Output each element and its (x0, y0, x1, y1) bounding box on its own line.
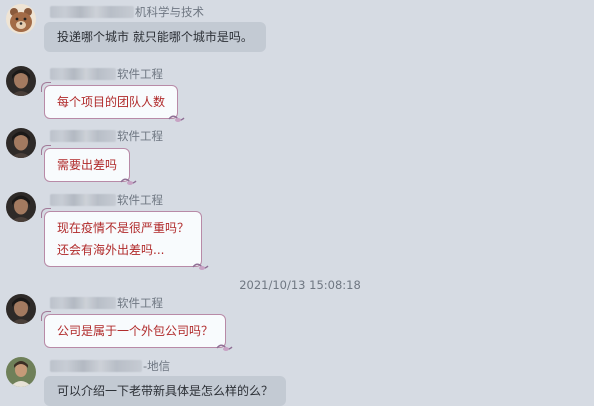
message-bubble: 公司是属于一个外包公司吗？ (40, 311, 233, 351)
person-avatar-icon (6, 192, 36, 222)
sender-name: 软件工程 (50, 128, 163, 144)
message-line: 投递哪个城市 就只能哪个城市是吗。 (57, 30, 253, 44)
sender-suffix: 软件工程 (117, 193, 163, 207)
redacted-name (50, 194, 116, 206)
person-avatar-icon (6, 357, 36, 387)
sender-suffix: 软件工程 (117, 296, 163, 310)
sender-avatar[interactable] (6, 4, 36, 34)
message-bubble: 需要出差吗 (40, 145, 137, 185)
curl-ornament-icon (192, 263, 209, 270)
sender-name: 软件工程 (50, 295, 163, 311)
message-line: 还会有海外出差吗... (57, 243, 165, 257)
sender-avatar[interactable] (6, 192, 36, 222)
chat-timestamp: 2021/10/13 15:08:18 (239, 278, 361, 292)
sender-avatar[interactable] (6, 66, 36, 96)
message-bubble: 投递哪个城市 就只能哪个城市是吗。 (44, 22, 266, 52)
sender-name: 机科学与技术 (50, 4, 204, 20)
person-avatar-icon (6, 128, 36, 158)
sender-avatar[interactable] (6, 294, 36, 324)
redacted-name (50, 297, 116, 309)
curl-ornament-icon (120, 178, 137, 185)
message-bubble: 每个项目的团队人数 (40, 82, 185, 122)
curl-ornament-icon (216, 344, 233, 351)
redacted-name (50, 6, 134, 18)
message-bubble: 可以介绍一下老带新具体是怎么样的么？ (44, 376, 287, 406)
redacted-name (50, 360, 142, 372)
message-bubble: 现在疫情不是很严重吗？ 还会有海外出差吗... (40, 208, 209, 270)
curl-ornament-icon (168, 115, 185, 122)
sender-suffix: 软件工程 (117, 67, 163, 81)
person-avatar-icon (6, 66, 36, 96)
sender-name: 软件工程 (50, 192, 163, 208)
sender-name: -地信 (50, 358, 170, 374)
sender-avatar[interactable] (6, 357, 36, 387)
redacted-name (50, 68, 116, 80)
sender-name: 软件工程 (50, 66, 163, 82)
sender-suffix: 机科学与技术 (135, 5, 204, 19)
message-line: 公司是属于一个外包公司吗？ (57, 324, 214, 338)
redacted-name (50, 130, 116, 142)
message-line: 每个项目的团队人数 (57, 95, 166, 109)
message-line: 可以介绍一下老带新具体是怎么样的么？ (57, 384, 274, 398)
person-avatar-icon (6, 294, 36, 324)
bear-avatar-icon (6, 4, 36, 34)
message-line: 现在疫情不是很严重吗？ (57, 221, 190, 235)
sender-suffix: 软件工程 (117, 129, 163, 143)
sender-suffix: -地信 (143, 359, 171, 373)
sender-avatar[interactable] (6, 128, 36, 158)
message-line: 需要出差吗 (57, 158, 118, 172)
